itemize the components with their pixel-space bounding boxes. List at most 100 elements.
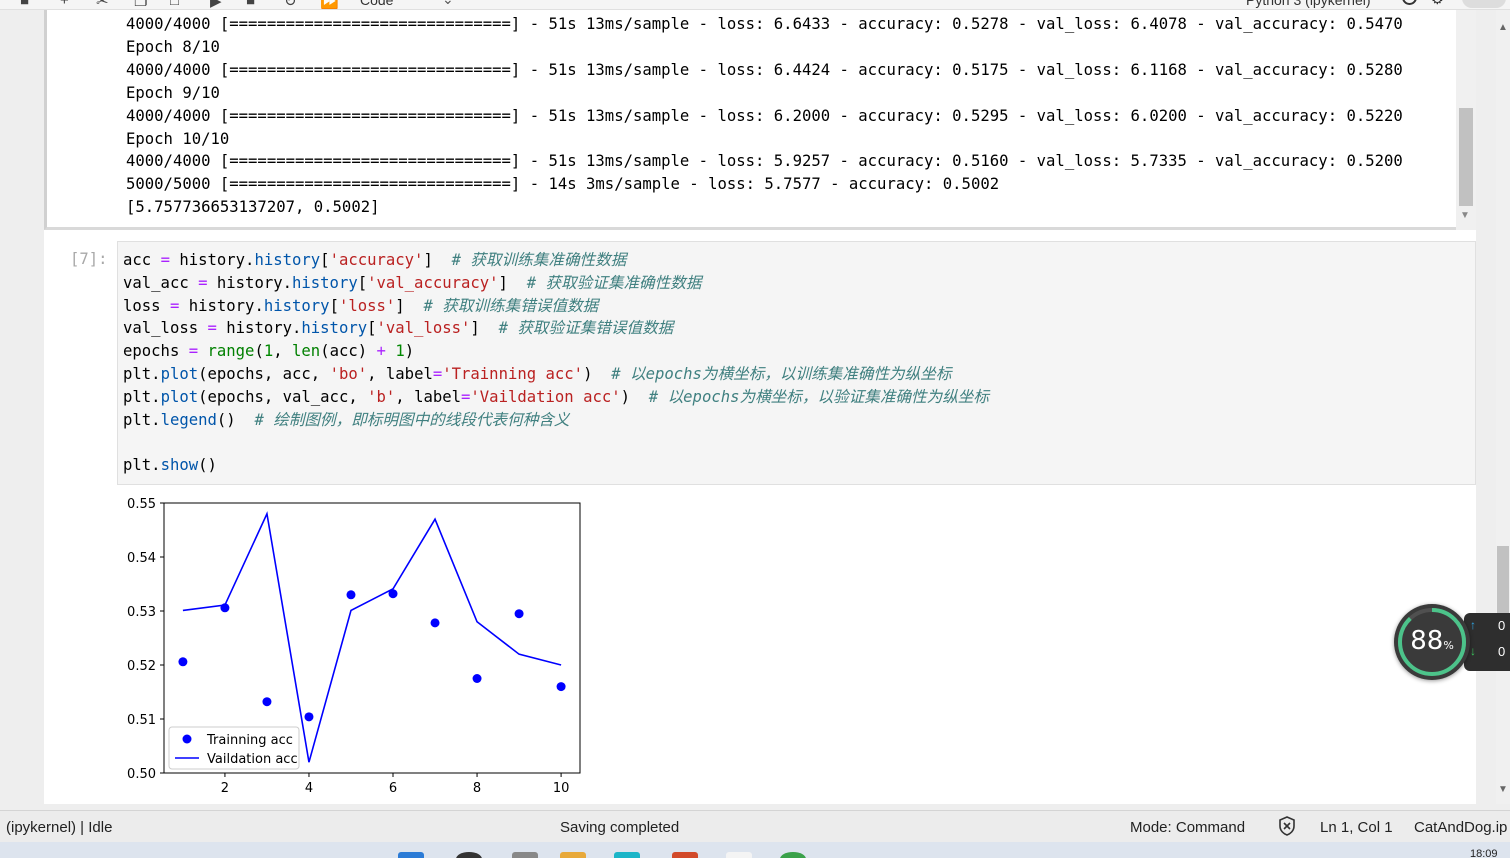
search-icon[interactable] — [456, 852, 482, 858]
code-line: val_loss = history.history['val_loss'] #… — [123, 317, 673, 339]
code-token: # 绘制图例，即标明图中的线段代表何种含义 — [254, 410, 570, 429]
upload-speed: 0 — [1498, 618, 1506, 633]
cut-icon[interactable]: ✂ — [96, 0, 109, 9]
x-tick-label: 10 — [553, 781, 570, 796]
code-token: # 获取训练集错误值数据 — [423, 296, 599, 315]
scroll-down-arrow-icon[interactable]: ▼ — [1498, 784, 1508, 795]
code-line: loss = history.history['loss'] # 获取训练集错误… — [123, 295, 598, 317]
fast-forward-icon[interactable]: ⏩ — [320, 0, 339, 9]
output-scrollbar[interactable]: ▼ — [1456, 10, 1476, 230]
cursor-position[interactable]: Ln 1, Col 1 — [1320, 819, 1393, 836]
output-line: 4000/4000 [=============================… — [126, 152, 1403, 171]
output-line: 4000/4000 [=============================… — [126, 15, 1403, 33]
save-icon[interactable]: ■ — [20, 0, 29, 9]
code-token: show — [160, 456, 199, 475]
code-token: ) — [620, 387, 649, 406]
notebook-filename: CatAndDog.ip — [1414, 819, 1508, 836]
cell-type-select[interactable]: Code — [360, 0, 393, 8]
x-tick-label: 6 — [389, 781, 397, 796]
app-icon-green[interactable] — [780, 852, 806, 858]
code-token: history — [254, 251, 321, 269]
scroll-up-arrow-icon[interactable]: ▲ — [1498, 22, 1508, 33]
code-token: history — [301, 319, 368, 338]
training-acc-point — [514, 609, 524, 619]
code-token: () — [216, 410, 255, 429]
legend-label: Trainning acc — [206, 733, 293, 748]
code-token: = — [188, 342, 199, 361]
code-token: = — [432, 365, 443, 383]
output-line: Epoch 8/10 — [126, 37, 220, 56]
download-arrow-icon: ↓ — [1470, 644, 1476, 658]
code-token: plt. — [123, 410, 161, 429]
stop-icon[interactable]: ■ — [246, 0, 255, 9]
code-token: history. — [207, 273, 292, 292]
code-token: val_acc — [123, 273, 199, 292]
download-speed: 0 — [1498, 644, 1506, 659]
app-icon-red[interactable] — [672, 852, 698, 858]
x-tick-label: 8 — [473, 781, 481, 796]
windows-start-icon[interactable] — [398, 852, 424, 858]
task-view-icon[interactable] — [512, 852, 538, 858]
run-icon[interactable]: ▶ — [210, 0, 222, 9]
legend-point-swatch — [182, 734, 192, 744]
save-status: Saving completed — [560, 819, 680, 836]
code-token: # 获取训练集准确性数据 — [451, 251, 627, 269]
code-token: = — [160, 251, 170, 269]
training-acc-point — [556, 682, 566, 692]
kernel-status-icon — [1402, 0, 1417, 5]
paste-icon[interactable]: □ — [170, 0, 179, 9]
upload-arrow-icon: ↑ — [1470, 618, 1476, 632]
code-token: plt. — [123, 365, 161, 383]
code-token: = — [461, 387, 471, 406]
code-token: 1 — [395, 342, 405, 361]
code-token: = — [198, 273, 208, 292]
theme-toggle[interactable] — [1462, 0, 1506, 8]
code-token: plot — [160, 365, 199, 383]
add-cell-icon[interactable]: + — [60, 0, 69, 9]
restart-icon[interactable]: ↻ — [284, 0, 297, 9]
page-scrollbar[interactable]: ▲ ▼ — [1496, 10, 1510, 804]
taskbar-clock[interactable]: 18:09 — [1470, 848, 1498, 858]
code-token: [ — [320, 251, 330, 269]
y-tick-label: 0.54 — [127, 551, 156, 566]
y-tick-label: 0.51 — [127, 713, 156, 728]
code-token: epochs — [123, 342, 189, 361]
gear-icon[interactable]: ⚙ — [1431, 0, 1444, 8]
chevron-down-icon[interactable]: ⌄ — [442, 0, 454, 8]
copy-icon[interactable]: ❐ — [134, 0, 147, 9]
output-scrollbar-thumb[interactable] — [1459, 108, 1473, 206]
output-line: 4000/4000 [=============================… — [126, 60, 1403, 79]
chart-svg: 0.50 0.51 0.52 0.53 0.54 0.55 2 4 6 8 10 Trainning … — [117, 492, 592, 798]
code-token: 'b' — [367, 387, 396, 406]
code-token: 'accuracy' — [329, 251, 424, 269]
code-token: [ — [329, 296, 339, 315]
code-token: 'loss' — [338, 296, 396, 315]
code-cell-editor[interactable]: acc = history.history['accuracy'] # 获取训练… — [117, 241, 1476, 485]
code-token: range — [207, 342, 255, 361]
shield-icon[interactable] — [1278, 816, 1296, 836]
browser-icon[interactable] — [614, 852, 640, 858]
code-token: history. — [169, 251, 255, 269]
training-acc-point — [304, 712, 314, 722]
app-icon-white[interactable] — [726, 852, 752, 858]
file-explorer-icon[interactable] — [560, 852, 586, 858]
code-token: 'val_loss' — [376, 319, 471, 338]
network-speed-widget[interactable]: 88% ↑ 0 ↓ 0 — [1394, 604, 1510, 680]
code-token: 'Vaildation acc' — [470, 387, 621, 406]
code-token: history — [263, 296, 330, 315]
cell-prompt: [7]: — [70, 250, 108, 268]
kernel-status[interactable]: (ipykernel) | Idle — [6, 819, 112, 836]
code-line: plt.plot(epochs, val_acc, 'b', label='Va… — [123, 386, 989, 408]
code-token: ( — [254, 342, 264, 361]
code-token: (epochs, val_acc, — [198, 387, 368, 406]
code-token: [ — [367, 319, 377, 338]
code-token: # 获取验证集错误值数据 — [498, 319, 674, 338]
code-line: plt.show() — [123, 454, 217, 476]
x-tick-label: 4 — [305, 781, 313, 796]
scroll-down-arrow-icon[interactable]: ▼ — [1460, 210, 1470, 221]
code-token: loss — [123, 296, 170, 315]
kernel-name[interactable]: Python 3 (ipykernel) — [1246, 0, 1371, 8]
y-tick-label: 0.50 — [127, 767, 156, 782]
cell-output: 4000/4000 [=============================… — [44, 10, 1476, 230]
